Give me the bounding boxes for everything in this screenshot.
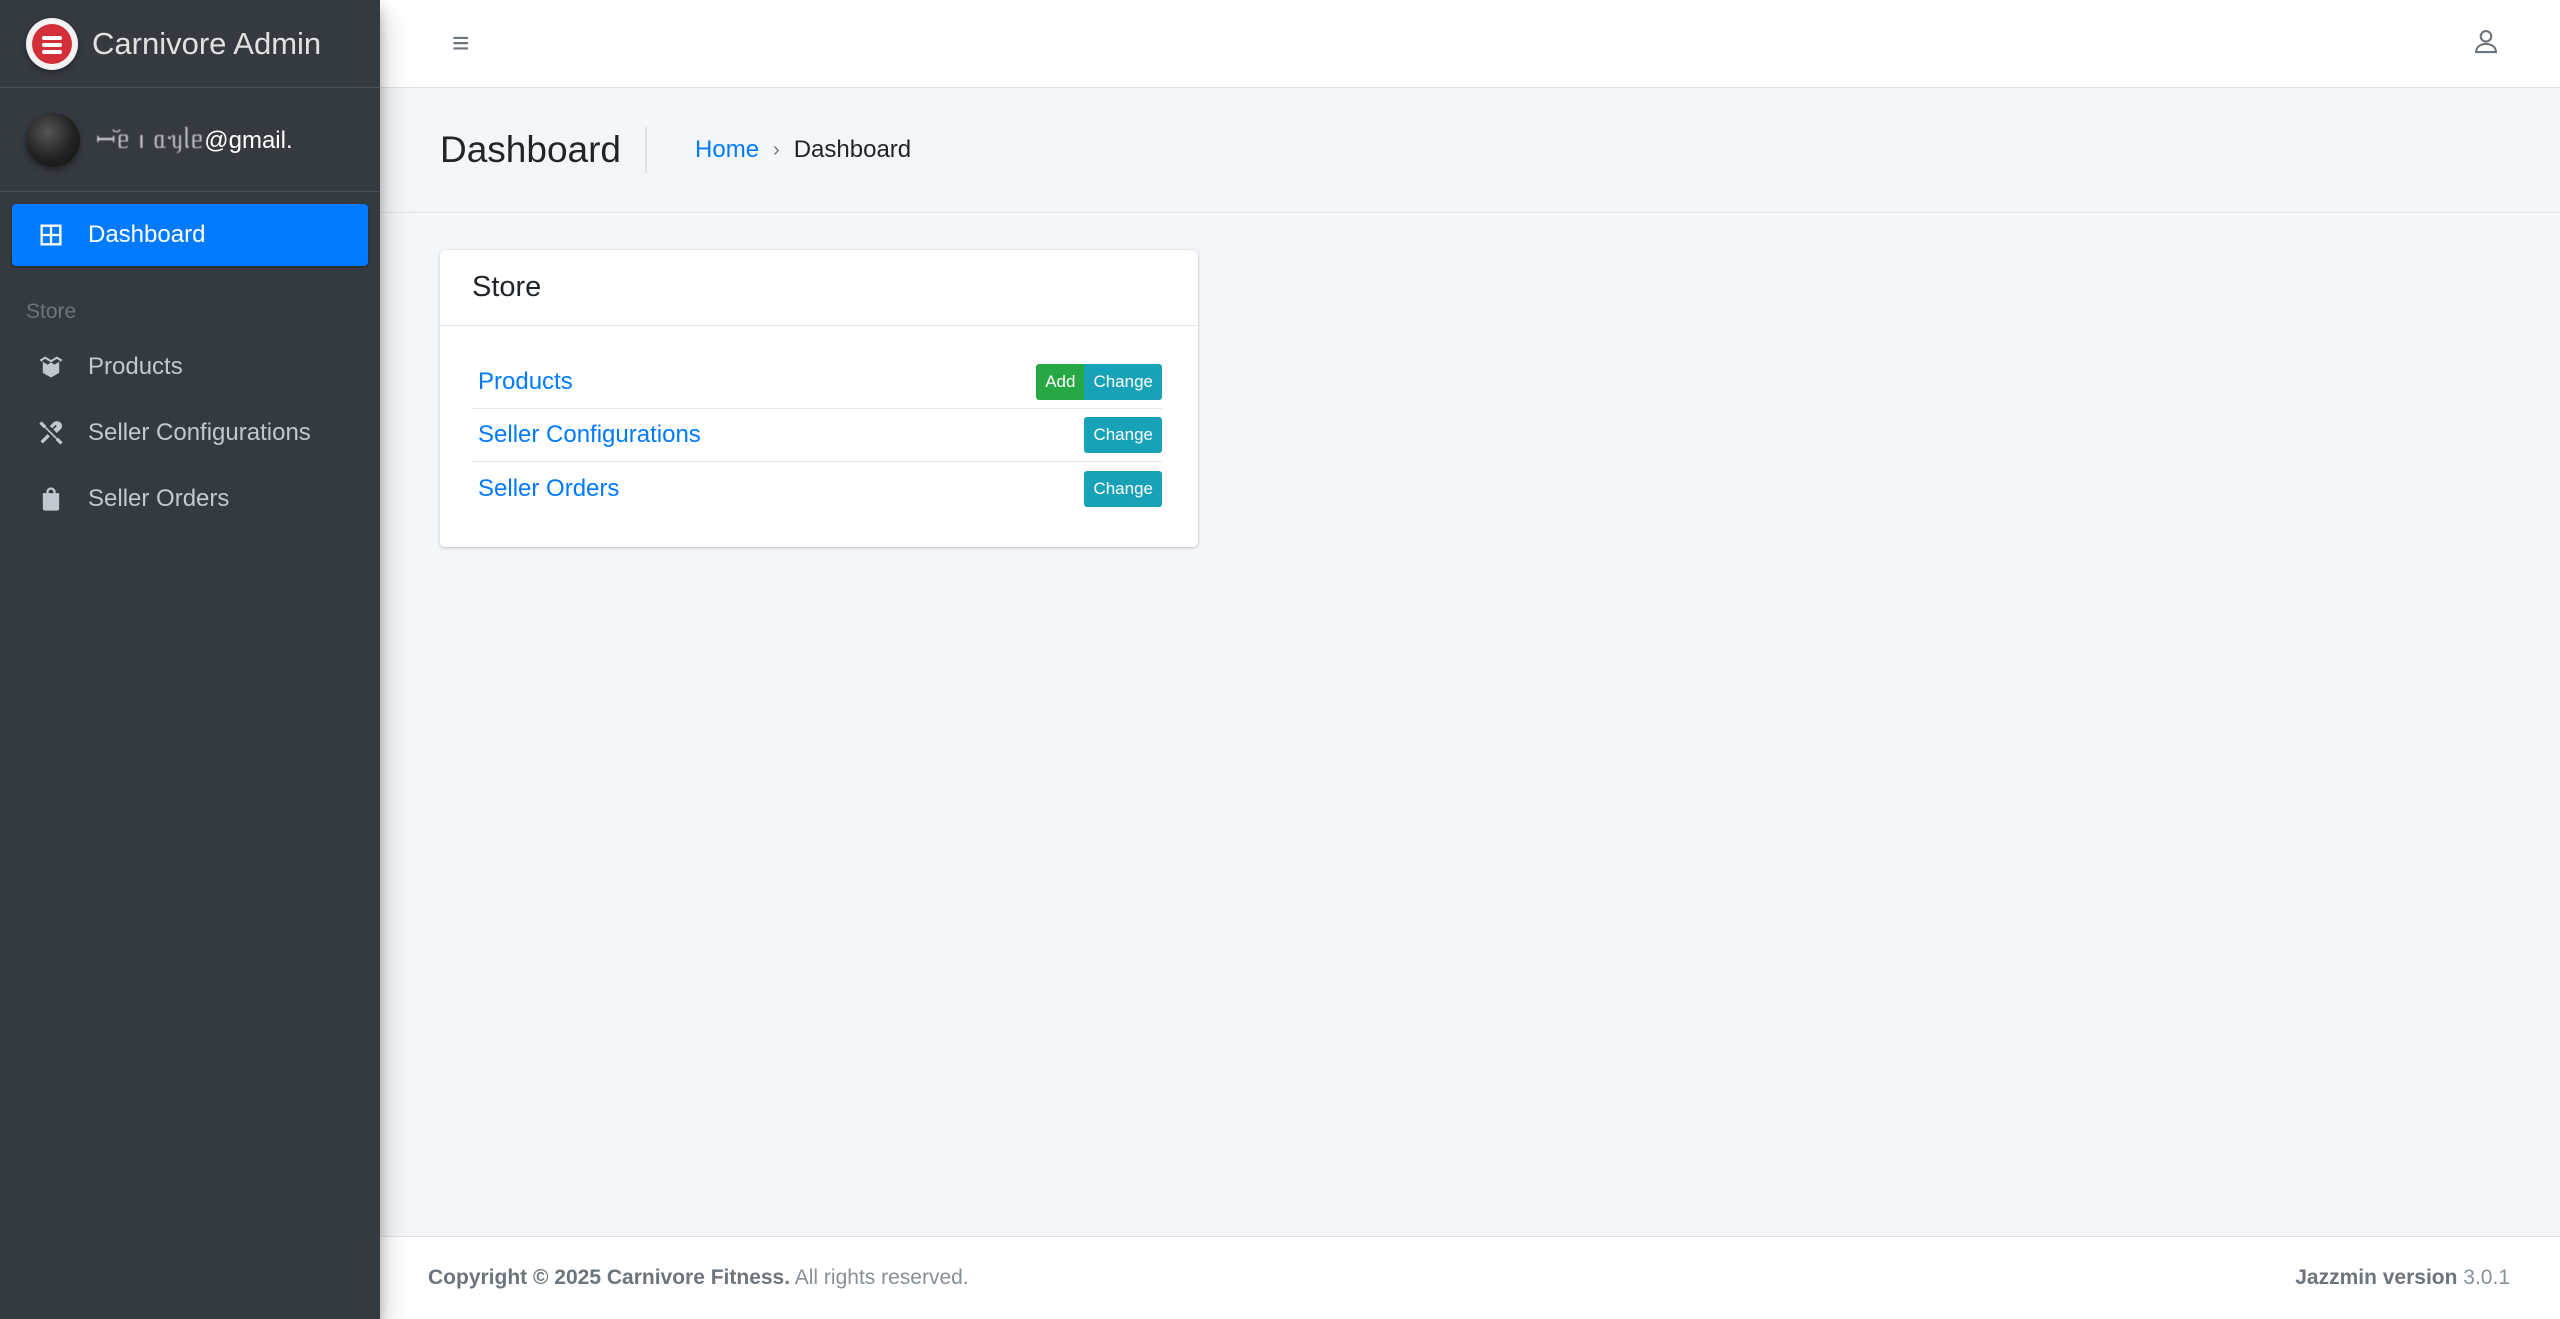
page-title: Dashboard: [440, 127, 648, 173]
products-link[interactable]: Products: [478, 368, 573, 396]
sidebar-section-header: Store: [26, 300, 77, 323]
seller-orders-actions: Change: [1084, 470, 1162, 507]
content-header: Dashboard Home › Dashboard: [380, 88, 2560, 213]
seller-configurations-actions: Change: [1084, 417, 1162, 453]
sidebar-item-products[interactable]: Products: [12, 336, 368, 398]
footer-version: Jazzmin version 3.0.1: [2295, 1266, 2510, 1290]
sidebar-item-label: Dashboard: [88, 221, 206, 248]
menu-toggle-icon[interactable]: ≡: [452, 27, 470, 61]
model-row-products: Products Add Change: [472, 356, 1162, 409]
store-card: Store Products Add Change Seller Configu…: [440, 250, 1198, 547]
user-panel[interactable]: ꟷ꙼ᥱ ı ᥲᥡᥣᥱ@gmail.: [0, 88, 380, 192]
footer-copyright-rest: All rights reserved.: [790, 1266, 969, 1289]
footer-copyright-bold: Copyright © 2025 Carnivore Fitness.: [428, 1266, 791, 1289]
footer-version-number: 3.0.1: [2457, 1266, 2510, 1289]
breadcrumb-current: Dashboard: [793, 136, 912, 163]
model-row-seller-configurations: Seller Configurations Change: [472, 409, 1162, 462]
seller-orders-change-button[interactable]: Change: [1084, 470, 1162, 507]
model-row-seller-orders: Seller Orders Change: [472, 462, 1162, 515]
top-navbar: ≡: [380, 0, 2560, 88]
box-icon: [36, 352, 66, 382]
user-email-masked: ꟷ꙼ᥱ ı ᥲᥡᥣᥱ: [96, 127, 205, 154]
breadcrumb-home-link[interactable]: Home: [695, 136, 759, 164]
sidebar-nav: Dashboard Store Products Seller Configur…: [0, 204, 380, 530]
brand-name: Carnivore Admin: [92, 25, 322, 61]
sidebar-item-label: Seller Configurations: [88, 419, 311, 446]
brand-link[interactable]: Carnivore Admin: [0, 0, 380, 88]
footer: Copyright © 2025 Carnivore Fitness. All …: [380, 1236, 2560, 1319]
footer-version-label: Jazzmin version: [2295, 1266, 2458, 1289]
sidebar-item-dashboard[interactable]: Dashboard: [12, 204, 368, 266]
seller-configurations-link[interactable]: Seller Configurations: [478, 421, 701, 449]
breadcrumb: Home › Dashboard: [695, 136, 911, 164]
store-card-title: Store: [440, 250, 1198, 326]
sidebar-item-seller-configurations[interactable]: Seller Configurations: [12, 402, 368, 464]
avatar: [26, 112, 80, 167]
seller-orders-link[interactable]: Seller Orders: [478, 475, 619, 503]
seller-configurations-change-button[interactable]: Change: [1084, 417, 1162, 453]
user-icon[interactable]: [2472, 27, 2500, 60]
user-email[interactable]: ꟷ꙼ᥱ ı ᥲᥡᥣᥱ@gmail.: [96, 123, 293, 156]
products-actions: Add Change: [1036, 364, 1162, 400]
tools-icon: [36, 418, 66, 448]
dashboard-grid-icon: [36, 220, 66, 250]
brand-logo-icon: [26, 17, 78, 70]
user-email-suffix: @gmail.: [204, 127, 293, 154]
sidebar-item-label: Seller Orders: [88, 485, 230, 512]
sidebar-item-seller-orders[interactable]: Seller Orders: [12, 468, 368, 530]
products-change-button[interactable]: Change: [1084, 364, 1162, 400]
sidebar-item-label: Products: [88, 353, 183, 380]
sidebar: Carnivore Admin ꟷ꙼ᥱ ı ᥲᥡᥣᥱ@gmail. Dashbo…: [0, 0, 380, 1319]
products-add-button[interactable]: Add: [1036, 364, 1085, 400]
store-card-body: Products Add Change Seller Configuration…: [440, 326, 1198, 515]
footer-copyright: Copyright © 2025 Carnivore Fitness. All …: [428, 1266, 969, 1290]
shopping-bag-icon: [36, 484, 66, 514]
breadcrumb-separator: ›: [773, 138, 780, 161]
